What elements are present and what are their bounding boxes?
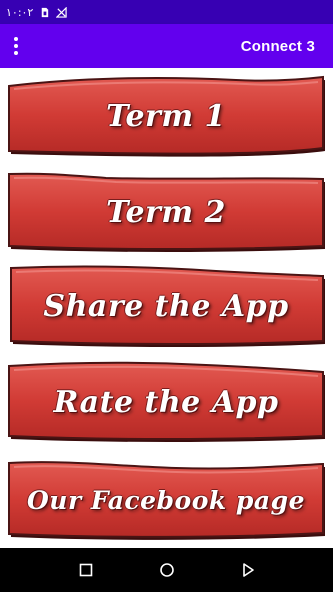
more-vert-icon[interactable]: [0, 24, 32, 68]
home-icon[interactable]: [145, 548, 189, 592]
status-bar: ١٠:٠٢: [0, 0, 333, 24]
recents-icon[interactable]: [64, 548, 108, 592]
term-1-button[interactable]: Term 1: [6, 74, 326, 158]
app-screen: ١٠:٠٢ Connect 3 Term 1 Term 2 Share the …: [0, 0, 333, 592]
facebook-page-button[interactable]: Our Facebook page: [6, 458, 326, 542]
no-signal-icon: [56, 6, 68, 18]
facebook-page-label: Our Facebook page: [27, 485, 305, 515]
rate-app-button[interactable]: Rate the App: [6, 360, 326, 444]
back-icon[interactable]: [226, 548, 270, 592]
rate-app-label: Rate the App: [53, 384, 279, 420]
term-2-button[interactable]: Term 2: [6, 170, 326, 254]
status-time: ١٠:٠٢: [6, 5, 34, 19]
share-app-button[interactable]: Share the App: [6, 264, 326, 348]
app-title: Connect 3: [240, 37, 315, 55]
share-app-label: Share the App: [43, 288, 289, 324]
menu-list: Term 1 Term 2 Share the App Rate the App…: [0, 68, 333, 548]
navigation-bar: [0, 548, 333, 592]
app-bar: Connect 3: [0, 24, 333, 68]
term-1-label: Term 1: [106, 98, 226, 134]
sim-card-icon: [39, 7, 50, 18]
term-2-label: Term 2: [106, 194, 226, 230]
